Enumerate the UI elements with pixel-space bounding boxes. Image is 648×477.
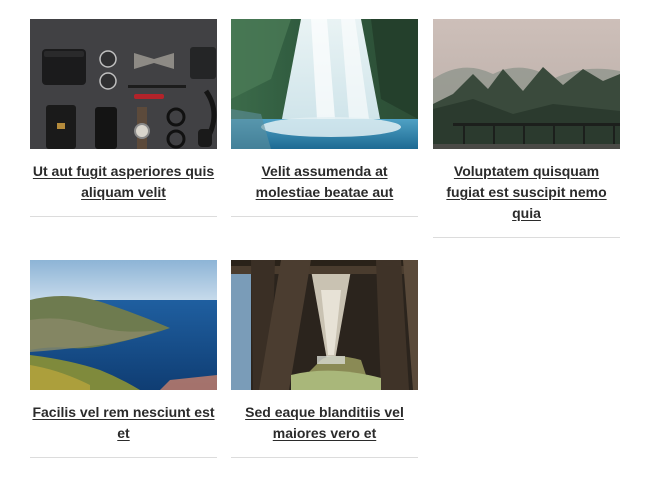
card-divider <box>433 237 620 238</box>
post-card[interactable]: Velit assumenda at molestiae beatae aut <box>231 19 418 217</box>
card-divider <box>30 457 217 458</box>
card-divider <box>30 216 217 217</box>
post-thumbnail[interactable] <box>30 19 217 149</box>
foggy-forest-bridge-photo <box>433 19 620 149</box>
post-card[interactable]: Ut aut fugit asperiores quis aliquam vel… <box>30 19 217 217</box>
post-thumbnail[interactable] <box>231 260 418 390</box>
card-divider <box>231 216 418 217</box>
post-title-link[interactable]: Facilis vel rem nesciunt est et <box>30 402 217 444</box>
card-divider <box>231 457 418 458</box>
post-title-link[interactable]: Velit assumenda at molestiae beatae aut <box>231 161 418 203</box>
post-title-link[interactable]: Voluptatem quisquam fugiat est suscipit … <box>433 161 620 224</box>
flatlay-accessories-photo <box>30 19 217 149</box>
post-title-link[interactable]: Ut aut fugit asperiores quis aliquam vel… <box>30 161 217 203</box>
coastal-cliffs-sea-photo <box>30 260 217 390</box>
post-card[interactable]: Facilis vel rem nesciunt est et <box>30 260 217 458</box>
post-title-link[interactable]: Sed eaque blanditiis vel maiores vero et <box>231 402 418 444</box>
post-thumbnail[interactable] <box>231 19 418 149</box>
post-thumbnail[interactable] <box>433 19 620 149</box>
waterfall-photo <box>231 19 418 149</box>
post-grid: Ut aut fugit asperiores quis aliquam vel… <box>0 0 648 477</box>
post-card[interactable]: Voluptatem quisquam fugiat est suscipit … <box>433 19 620 238</box>
post-thumbnail[interactable] <box>30 260 217 390</box>
post-card[interactable]: Sed eaque blanditiis vel maiores vero et <box>231 260 418 458</box>
pier-underside-photo <box>231 260 418 390</box>
